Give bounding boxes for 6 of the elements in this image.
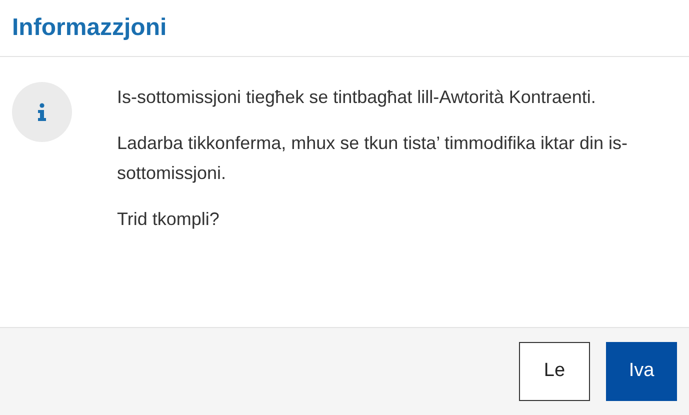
cancel-button[interactable]: Le xyxy=(519,342,590,401)
message-text: Ladarba tikkonferma, mhux se tkun tista’ timmodifika iktar din is-sottomissjoni. xyxy=(117,132,629,185)
dialog-title: Informazzjoni xyxy=(12,13,167,43)
message-text: Trid tkompli? xyxy=(117,208,220,231)
confirm-button[interactable]: Iva xyxy=(606,342,677,401)
message-text: Is-sottomissjoni tiegħek se tintbagħat lill-Awtorità Kontraenti. xyxy=(117,86,597,109)
